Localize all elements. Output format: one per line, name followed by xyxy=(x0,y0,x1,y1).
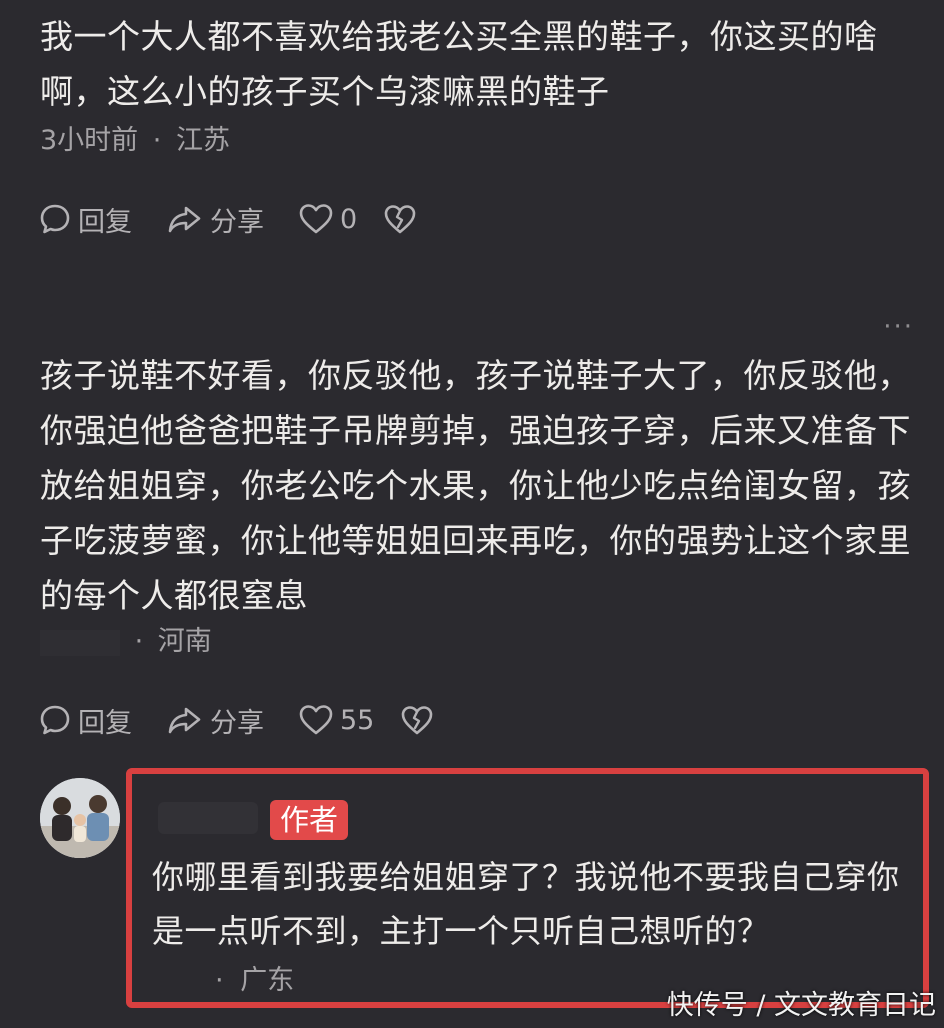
share-label: 分享 xyxy=(210,206,264,238)
meta-separator: · xyxy=(152,125,162,156)
author-reply-location: 广东 xyxy=(240,965,295,996)
dislike-button[interactable] xyxy=(400,704,434,736)
share-button[interactable]: 分享 xyxy=(166,200,264,239)
meta-separator: · xyxy=(215,965,224,996)
watermark: 快传号 / 文文教育日记 xyxy=(666,990,936,1021)
comment-1-location: 江苏 xyxy=(175,125,230,156)
like-count: 0 xyxy=(340,203,358,235)
comment-1-actions: 回复 分享 0 xyxy=(38,199,451,239)
comment-2-actions: 回复 分享 55 xyxy=(38,700,468,740)
reply-label: 回复 xyxy=(78,206,132,238)
broken-heart-icon xyxy=(402,706,433,735)
author-badge: 作者 xyxy=(270,800,349,840)
heart-icon xyxy=(299,204,333,234)
heart-icon xyxy=(299,705,333,735)
like-count: 55 xyxy=(340,704,375,736)
comment-1-text: 我一个大人都不喜欢给我老公买全黑的鞋子，你这买的啥啊，这么小的孩子买个乌漆嘛黑的… xyxy=(40,17,878,111)
share-arrow-icon xyxy=(168,206,201,233)
reply-label: 回复 xyxy=(78,707,132,739)
comment-2-location: 河南 xyxy=(157,626,212,657)
more-options-icon[interactable]: ··· xyxy=(883,312,914,342)
avatar[interactable] xyxy=(40,778,120,858)
avatar-photo-icon xyxy=(40,778,120,858)
reply-button[interactable]: 回复 xyxy=(38,200,132,239)
comment-2-text: 孩子说鞋不好看，你反驳他，孩子说鞋子大了，你反驳他，你强迫他爸爸把鞋子吊牌剪掉，… xyxy=(40,356,911,615)
comment-1-time: 3小时前 xyxy=(40,125,139,156)
comment-thread: 我一个大人都不喜欢给我老公买全黑的鞋子，你这买的啥啊，这么小的孩子买个乌漆嘛黑的… xyxy=(0,0,944,1028)
share-button[interactable]: 分享 xyxy=(166,701,264,740)
dislike-button[interactable] xyxy=(383,203,417,235)
share-label: 分享 xyxy=(210,707,264,739)
author-reply-text: 你哪里看到我要给姐姐穿了？我说他不要我自己穿你是一点听不到，主打一个只听自己想听… xyxy=(152,858,900,950)
comment-1-meta: 3小时前 · 江苏 xyxy=(40,124,230,158)
reply-button[interactable]: 回复 xyxy=(38,701,132,740)
broken-heart-icon xyxy=(384,205,416,234)
meta-separator: · xyxy=(134,626,144,657)
author-name xyxy=(158,802,258,834)
comment-2-meta: · 河南 xyxy=(40,625,212,659)
comment-bubble-icon xyxy=(40,204,70,234)
author-reply-meta: · 广东 xyxy=(215,964,294,998)
username-blurred xyxy=(40,629,120,656)
share-arrow-icon xyxy=(168,707,201,734)
like-button[interactable]: 0 xyxy=(298,202,357,236)
comment-bubble-icon xyxy=(40,705,70,735)
like-button[interactable]: 55 xyxy=(298,703,374,737)
